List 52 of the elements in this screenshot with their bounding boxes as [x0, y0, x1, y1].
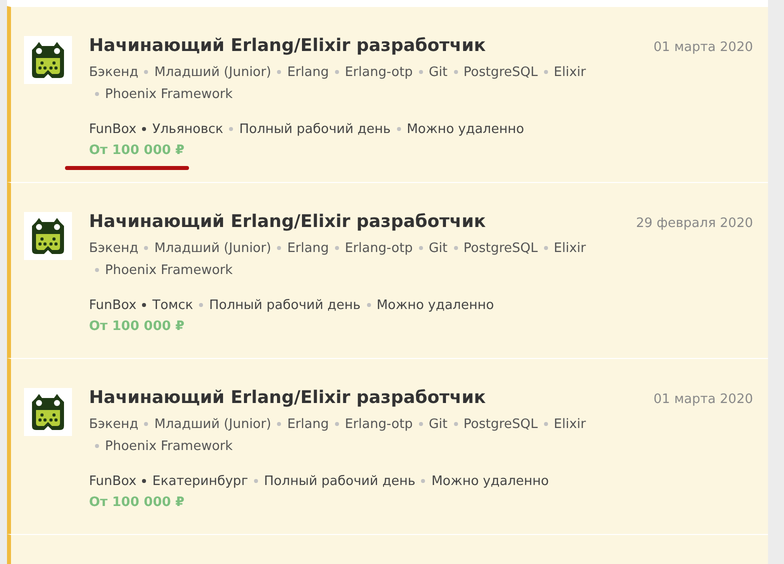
job-detail: Томск — [152, 298, 194, 313]
vacancy-title[interactable]: Начинающий Erlang/Elixir разработчик — [89, 212, 486, 232]
company-logo-icon — [24, 388, 72, 436]
salary: От 100 000 ₽ — [89, 143, 184, 158]
skill-tag: Elixir — [554, 241, 586, 256]
skill-tag: Бэкенд — [89, 65, 138, 80]
job-detail: Полный рабочий день — [209, 298, 361, 313]
job-detail: Полный рабочий день — [239, 122, 391, 137]
skill-tag: Git — [428, 65, 448, 80]
job-detail: Полный рабочий день — [264, 474, 416, 489]
vacancy-title[interactable]: Начинающий Erlang/Elixir разработчик — [89, 388, 486, 408]
skill-tag: Erlang — [287, 65, 329, 80]
job-detail: Ульяновск — [152, 122, 224, 137]
skill-tag: Бэкенд — [89, 417, 138, 432]
company-logo-icon — [24, 36, 72, 84]
skill-tag: Erlang — [287, 241, 329, 256]
skill-tag: Младший (Junior) — [154, 65, 272, 80]
vacancy-card[interactable] — [7, 534, 768, 564]
skill-tag: Младший (Junior) — [154, 241, 272, 256]
skill-tag: PostgreSQL — [464, 241, 538, 256]
job-detail: Можно удаленно — [431, 474, 549, 489]
company-name[interactable]: FunBox — [89, 474, 136, 489]
company-name[interactable]: FunBox — [89, 122, 136, 137]
vacancy-title[interactable]: Начинающий Erlang/Elixir разработчик — [89, 36, 486, 56]
vacancy-date: 01 марта 2020 — [654, 40, 753, 55]
vacancy-date: 01 марта 2020 — [654, 392, 753, 407]
skill-tag: Бэкенд — [89, 241, 138, 256]
skill-tag: Elixir — [554, 65, 586, 80]
vacancy-card[interactable]: Начинающий Erlang/Elixir разработчик 01 марта 2020 Бэкенд Младший (Junior) Erlang Erlang-otp Git PostgreSQL Elixir Phoenix Framework FunBox Екатеринбург Полный рабочий день Можно удаленно От 100 000 ₽ — [7, 358, 768, 534]
job-detail: Можно удаленно — [406, 122, 524, 137]
vacancy-card[interactable]: Начинающий Erlang/Elixir разработчик 29 февраля 2020 Бэкенд Младший (Junior) Erlang Erlang-otp Git PostgreSQL Elixir Phoenix Framework FunBox Томск Полный рабочий день Можно удаленно От 100 000 ₽ — [7, 182, 768, 358]
skill-tag: Git — [428, 241, 448, 256]
skill-tag: Младший (Junior) — [154, 417, 272, 432]
job-detail: Можно удаленно — [376, 298, 494, 313]
skill-tag: Erlang-otp — [344, 241, 413, 256]
vacancy-card[interactable]: Начинающий Erlang/Elixir разработчик 01 марта 2020 Бэкенд Младший (Junior) Erlang Erlang-otp Git PostgreSQL Elixir Phoenix Framework FunBox Ульяновск Полный рабочий день Можно удаленно От 100 000 ₽ — [7, 6, 768, 182]
skill-tag: Phoenix Framework — [105, 439, 233, 454]
skill-tag: Phoenix Framework — [105, 87, 233, 102]
job-detail: Екатеринбург — [152, 474, 248, 489]
salary: От 100 000 ₽ — [89, 319, 184, 334]
salary: От 100 000 ₽ — [89, 495, 184, 510]
company-name[interactable]: FunBox — [89, 298, 136, 313]
skill-tag: Phoenix Framework — [105, 263, 233, 278]
skill-tag: Erlang — [287, 417, 329, 432]
skill-tag: Git — [428, 417, 448, 432]
skill-tag: Erlang-otp — [344, 65, 413, 80]
company-logo-icon — [24, 212, 72, 260]
skill-tag: Erlang-otp — [344, 417, 413, 432]
skill-tag: PostgreSQL — [464, 65, 538, 80]
skill-tag: PostgreSQL — [464, 417, 538, 432]
vacancy-date: 29 февраля 2020 — [636, 216, 753, 231]
skill-tag: Elixir — [554, 417, 586, 432]
